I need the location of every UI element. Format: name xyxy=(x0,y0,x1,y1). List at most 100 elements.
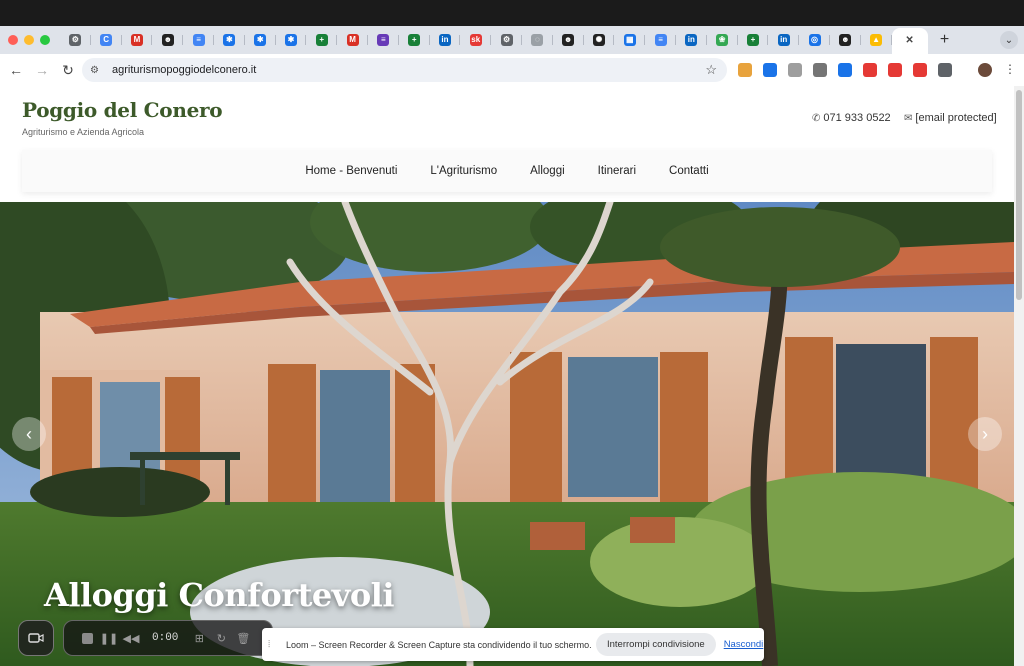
grid-icon[interactable]: ⊞ xyxy=(188,627,210,649)
stop-sharing-button[interactable]: Interrompi condivisione xyxy=(596,633,716,656)
url-text[interactable]: agriturismopoggiodelconero.it xyxy=(112,64,256,76)
pause-icon[interactable]: ❚❚ xyxy=(98,627,120,649)
address-bar[interactable]: ⚙ agriturismopoggiodelconero.it ☆ xyxy=(82,58,727,82)
browser-tab[interactable]: ⚙ xyxy=(491,29,522,51)
extension-icon[interactable] xyxy=(888,63,902,77)
envelope-icon: ✉ xyxy=(904,112,913,124)
nav-item[interactable]: Itinerari xyxy=(598,165,636,177)
loading-icon: ◌ xyxy=(531,34,544,46)
drag-handle-icon[interactable]: ⦙ xyxy=(268,639,280,650)
phone-contact[interactable]: ✆ 071 933 0522 xyxy=(812,112,891,124)
email-contact[interactable]: ✉ [email protected] xyxy=(904,112,997,124)
browser-tab[interactable]: ☻ xyxy=(553,29,584,51)
restart-icon[interactable]: ↻ xyxy=(210,627,232,649)
sk-icon: sk xyxy=(469,34,482,46)
profile-avatar[interactable] xyxy=(978,63,992,77)
browser-tab[interactable]: ≡ xyxy=(183,29,214,51)
extension-icon[interactable] xyxy=(938,63,952,77)
chrome-icon: C xyxy=(100,34,113,46)
gmail-icon: M xyxy=(130,34,143,46)
maximize-window-icon[interactable] xyxy=(40,35,50,45)
rewind-icon[interactable]: ◀◀ xyxy=(120,627,142,649)
browser-tab[interactable]: + xyxy=(306,29,337,51)
browser-tab[interactable]: ≡ xyxy=(645,29,676,51)
browser-tab[interactable]: M xyxy=(122,29,153,51)
browser-tab[interactable]: ◌ xyxy=(522,29,553,51)
nav-item[interactable]: L'Agriturismo xyxy=(430,165,497,177)
scrollbar-thumb[interactable] xyxy=(1016,90,1022,300)
site-info-icon[interactable]: ⚙ xyxy=(90,65,106,76)
asterisk-icon: ✱ xyxy=(254,34,267,46)
forward-button[interactable]: → xyxy=(30,58,54,82)
browser-tab[interactable]: ≡ xyxy=(368,29,399,51)
hero-slider: ‹ › Alloggi Confortevoli xyxy=(0,202,1014,666)
slide-title: Alloggi Confortevoli xyxy=(44,576,394,614)
extension-icon[interactable] xyxy=(738,63,752,77)
back-button[interactable]: ← xyxy=(4,58,28,82)
tab-search-icon[interactable]: ⌄ xyxy=(1000,31,1018,49)
browser-tab[interactable]: ▦ xyxy=(614,29,645,51)
emoji-icon: ☻ xyxy=(839,34,852,46)
browser-tab[interactable]: C xyxy=(91,29,122,51)
browser-tab[interactable]: ✺ xyxy=(584,29,615,51)
share-banner-text: Loom – Screen Recorder & Screen Capture … xyxy=(286,639,592,650)
linkedin-icon: in xyxy=(685,34,698,46)
browser-tab[interactable]: ✱ xyxy=(276,29,307,51)
asterisk-icon: ✱ xyxy=(284,34,297,46)
trash-icon[interactable]: 🗑 xyxy=(232,627,254,649)
browser-tab[interactable]: ☻ xyxy=(830,29,861,51)
nav-item[interactable]: Contatti xyxy=(669,165,709,177)
slider-next-button[interactable]: › xyxy=(968,417,1002,451)
emoji-icon: ☻ xyxy=(562,34,575,46)
nav-item[interactable]: Alloggi xyxy=(530,165,565,177)
extension-icon[interactable] xyxy=(813,63,827,77)
emoji-icon: ☻ xyxy=(161,34,174,46)
hide-banner-link[interactable]: Nascondi xyxy=(724,639,764,650)
bookmark-star-icon[interactable]: ☆ xyxy=(705,62,717,78)
stop-recording-icon[interactable] xyxy=(76,627,98,649)
browser-tab[interactable]: ❀ xyxy=(707,29,738,51)
browser-tab[interactable]: in xyxy=(676,29,707,51)
linkedin-icon: in xyxy=(777,34,790,46)
slider-prev-button[interactable]: ‹ xyxy=(12,417,46,451)
extension-icon[interactable] xyxy=(913,63,927,77)
extensions-area xyxy=(738,54,963,86)
browser-tab[interactable]: + xyxy=(738,29,769,51)
new-tab-button[interactable]: + xyxy=(934,29,956,51)
browser-tab[interactable]: in xyxy=(768,29,799,51)
extension-icon[interactable] xyxy=(863,63,877,77)
browser-tab[interactable]: + xyxy=(399,29,430,51)
leaf-icon: ❀ xyxy=(716,34,729,46)
browser-tab[interactable]: ✱ xyxy=(214,29,245,51)
sheets-icon: + xyxy=(746,34,759,46)
browser-tab[interactable]: ✱ xyxy=(245,29,276,51)
browser-tab[interactable]: M xyxy=(337,29,368,51)
browser-tab[interactable]: ✕ xyxy=(891,28,928,54)
reload-button[interactable]: ↻ xyxy=(56,58,80,82)
browser-tab[interactable]: ◎ xyxy=(799,29,830,51)
sheets-icon: + xyxy=(408,34,421,46)
browser-tab[interactable]: ⚙ xyxy=(60,29,91,51)
loom-camera-button[interactable] xyxy=(18,620,54,656)
docs-icon: ≡ xyxy=(654,34,667,46)
browser-tab[interactable]: ▲ xyxy=(861,29,892,51)
phone-number[interactable]: 071 933 0522 xyxy=(823,112,890,124)
browser-tab[interactable]: in xyxy=(430,29,461,51)
browser-tab[interactable]: sk xyxy=(460,29,491,51)
page-scrollbar[interactable] xyxy=(1014,86,1024,666)
sheets-icon: + xyxy=(315,34,328,46)
minimize-window-icon[interactable] xyxy=(24,35,34,45)
close-window-icon[interactable] xyxy=(8,35,18,45)
browser-tab[interactable]: ☻ xyxy=(152,29,183,51)
site-tagline: Agriturismo e Azienda Agricola xyxy=(22,127,145,137)
extension-icon[interactable] xyxy=(838,63,852,77)
tab-list: ⚙ C M ☻ ≡ ✱ ✱ ✱ + M ≡ + in sk ⚙ ◌ ☻ ✺ ▦ ≡ in ❀ + in ◎ ☻ ▲ ✕ xyxy=(60,26,928,54)
email-address[interactable]: [email protected] xyxy=(915,112,996,124)
browser-menu-icon[interactable]: ⋮ xyxy=(1004,62,1016,76)
extension-icon[interactable] xyxy=(763,63,777,77)
nav-item[interactable]: Home - Benvenuti xyxy=(305,165,397,177)
asterisk-icon: ✱ xyxy=(223,34,236,46)
extension-icon[interactable] xyxy=(788,63,802,77)
settings-icon: ⚙ xyxy=(69,34,82,46)
site-title[interactable]: Poggio del Conero xyxy=(22,98,223,122)
